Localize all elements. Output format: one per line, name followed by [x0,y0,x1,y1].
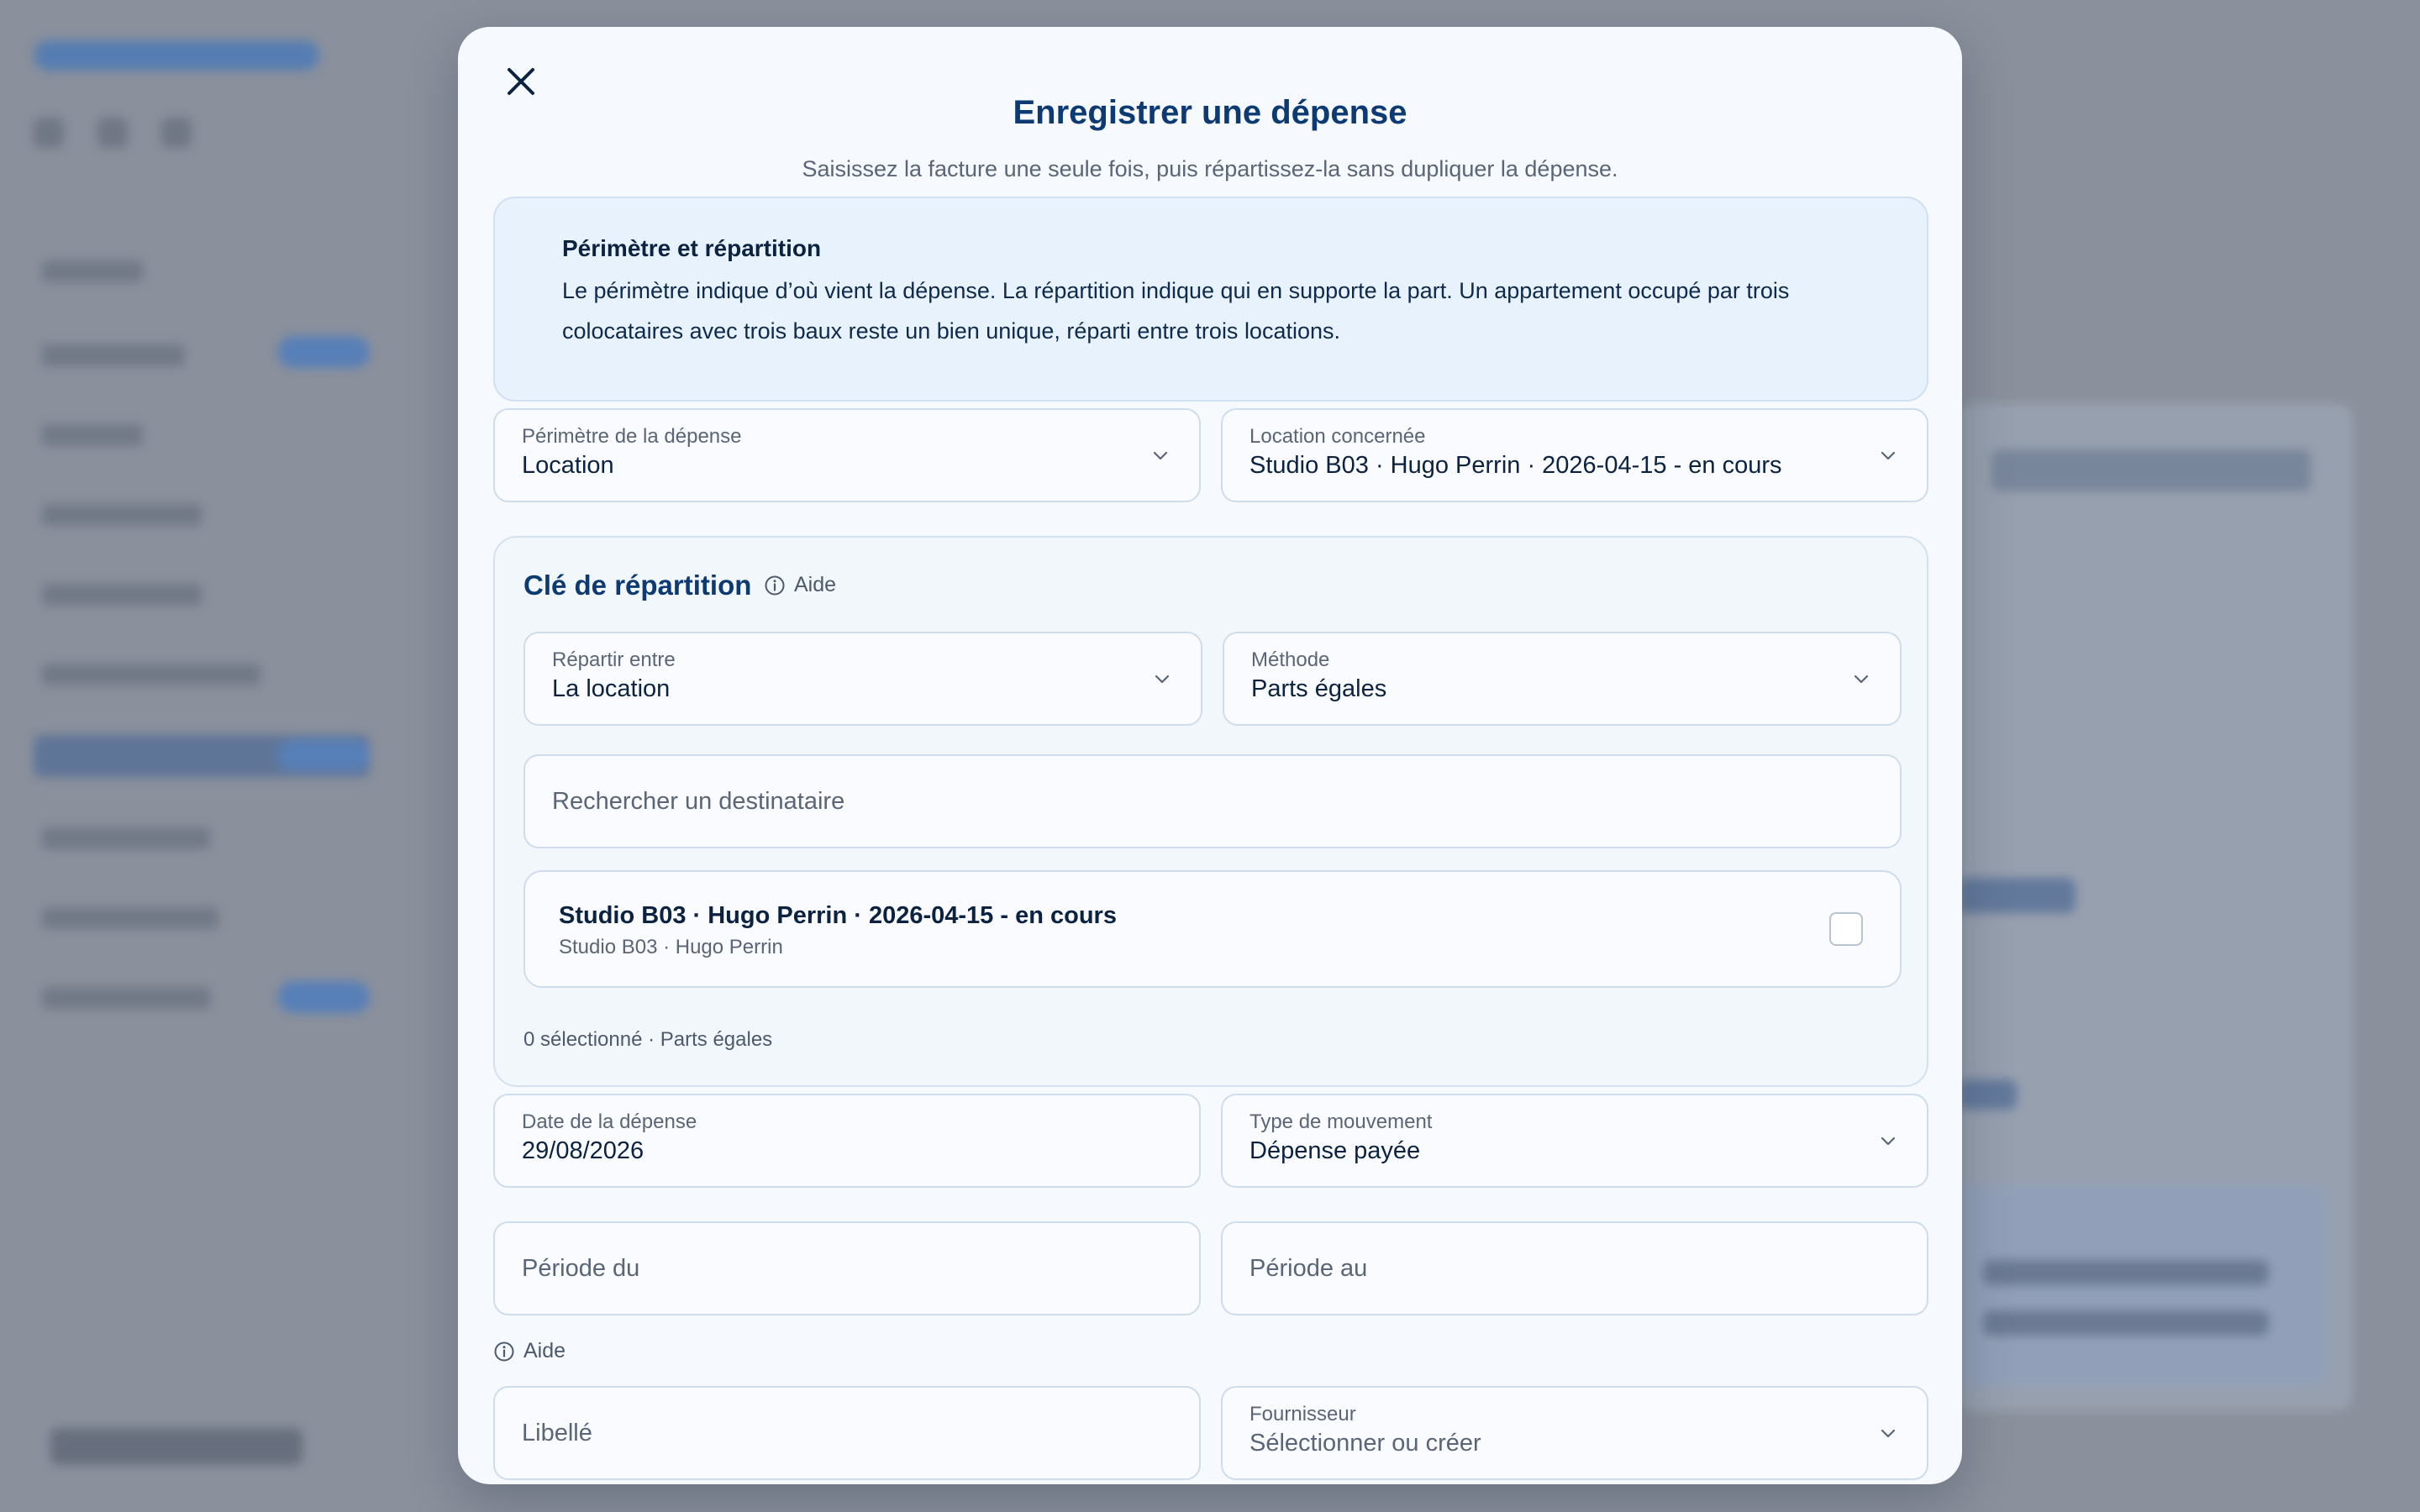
background-bar [1991,449,2311,491]
location-value: Studio B03 · Hugo Perrin · 2026-04-15 - … [1249,452,1782,479]
recipient-subtitle: Studio B03 · Hugo Perrin [559,936,783,958]
chevron-down-icon [1155,675,1170,684]
fournisseur-label: Fournisseur [1249,1403,1356,1425]
background-sidebar [0,0,403,1512]
close-icon [508,68,534,95]
background-bar [1983,1310,2269,1336]
location-label: Location concernée [1249,425,1426,448]
methode-label: Méthode [1251,648,1330,671]
periode-help[interactable]: Aide [493,1339,566,1363]
repartition-help-label: Aide [794,573,837,596]
fournisseur-placeholder: Sélectionner ou créer [1249,1430,1481,1457]
chevron-down-icon [1881,451,1896,460]
expense-modal: Enregistrer une dépense Saisissez la fac… [458,27,1962,1484]
background-toolbar [34,118,192,148]
chevron-down-icon [1881,1429,1896,1438]
periode-au-placeholder: Période au [1249,1254,1368,1282]
libelle-input[interactable]: Libellé [493,1386,1201,1480]
recipient-item[interactable]: Studio B03 · Hugo Perrin · 2026-04-15 - … [523,870,1902,988]
perimetre-label: Périmètre de la dépense [522,425,742,448]
modal-subtitle: Saisissez la facture une seule fois, pui… [802,156,1618,181]
background-nav-item [42,424,143,446]
info-box: Périmètre et répartition Le périmètre in… [493,197,1928,402]
periode-help-label: Aide [523,1339,566,1362]
repartir-label: Répartir entre [552,648,676,671]
repartition-help[interactable]: Aide [764,573,836,597]
perimetre-select[interactable]: Périmètre de la dépense Location [493,408,1201,502]
chevron-down-icon [1854,675,1869,684]
background-nav-item [42,344,185,366]
background-user [50,1428,302,1465]
fournisseur-select[interactable]: Fournisseur Sélectionner ou créer [1221,1386,1928,1480]
background-nav-item [42,987,210,1009]
background-bar [1958,878,2075,913]
type-mouvement-label: Type de mouvement [1249,1110,1433,1133]
chevron-down-icon [1881,1137,1896,1146]
repartition-section: Clé de répartition Aide Répartir entre L… [493,536,1928,1087]
modal-title: Enregistrer une dépense [1013,94,1407,131]
background-badge [277,981,370,1013]
background-nav-item [42,260,143,282]
info-box-text: Le périmètre indique d’où vient la dépen… [562,278,1790,344]
location-select[interactable]: Location concernée Studio B03 · Hugo Per… [1221,408,1928,502]
background-bar [1983,1260,2269,1285]
date-value: 29/08/2026 [522,1137,644,1164]
background-badge [277,336,370,368]
methode-value: Parts égales [1251,675,1387,702]
info-icon [765,575,785,595]
selection-status: 0 sélectionné · Parts égales [523,1028,773,1051]
recipient-checkbox[interactable] [1829,912,1863,946]
repartir-value: La location [552,675,671,702]
background-nav-item [42,584,202,606]
info-icon [494,1341,514,1361]
background-logo [34,40,319,71]
type-mouvement-select[interactable]: Type de mouvement Dépense payée [1221,1094,1928,1188]
recipient-search-input[interactable]: Rechercher un destinataire [523,754,1902,848]
periode-du-input[interactable]: Période du [493,1221,1201,1315]
libelle-placeholder: Libellé [522,1419,592,1446]
periode-au-input[interactable]: Période au [1221,1221,1928,1315]
background-nav-item [42,664,260,685]
background-nav-item [42,907,218,929]
background-badge [277,739,370,771]
recipient-search-placeholder: Rechercher un destinataire [552,787,845,815]
chevron-down-icon [1153,451,1168,460]
date-input[interactable]: Date de la dépense 29/08/2026 [493,1094,1201,1188]
background-card [1958,1184,2328,1386]
background-nav-item [42,827,210,849]
info-box-title: Périmètre et répartition [562,235,822,261]
background-bar [1958,1079,2017,1110]
recipient-name: Studio B03 · Hugo Perrin · 2026-04-15 - … [559,902,1117,929]
repartition-title: Clé de répartition [523,570,752,601]
repartir-select[interactable]: Répartir entre La location [523,632,1202,726]
background-nav-item [42,504,202,526]
methode-select[interactable]: Méthode Parts égales [1223,632,1902,726]
periode-du-placeholder: Période du [522,1254,640,1282]
type-mouvement-value: Dépense payée [1249,1137,1421,1164]
date-label: Date de la dépense [522,1110,697,1133]
perimetre-value: Location [522,452,614,479]
